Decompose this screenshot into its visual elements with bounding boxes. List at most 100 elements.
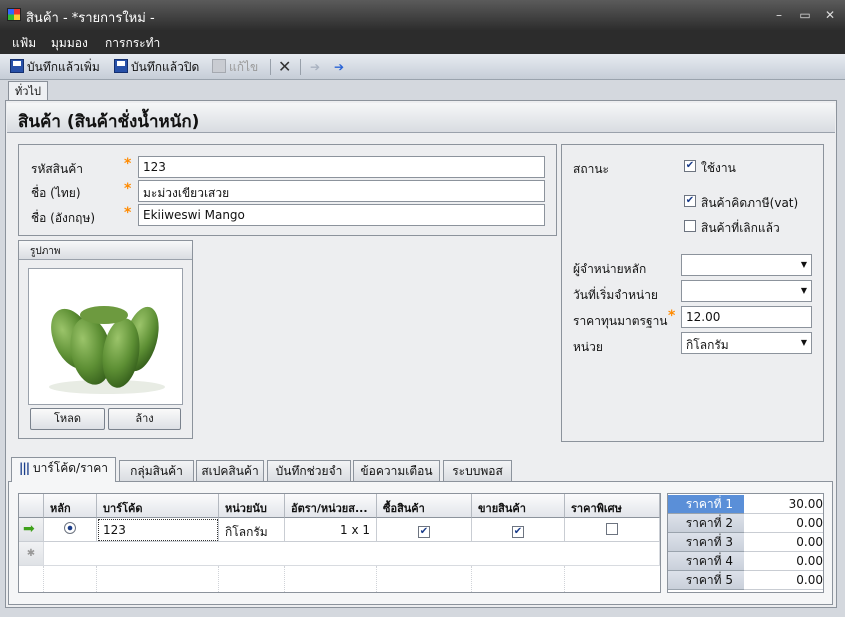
minimize-button[interactable]: – — [770, 7, 788, 23]
required-marker: * — [124, 205, 132, 221]
barcode-grid: หลัก บาร์โค้ด หน่วยนับ อัตรา/หน่วยส... ซ… — [18, 493, 661, 593]
price-value-3[interactable]: 0.00 — [744, 533, 823, 552]
name-en-label: ชื่อ (อังกฤษ) — [31, 211, 96, 225]
name-th-label: ชื่อ (ไทย) — [31, 186, 81, 200]
vat-checkbox[interactable]: ✔ — [684, 195, 696, 207]
barcode-icon: ||| — [18, 461, 30, 475]
window-title: สินค้า - *รายการใหม่ - — [26, 11, 155, 26]
new-row[interactable] — [44, 542, 660, 566]
name-th-input[interactable]: มะม่วงเขียวเสวย — [138, 180, 545, 202]
tab-general[interactable]: ทั่วไป — [8, 81, 48, 101]
empty-area — [285, 566, 377, 592]
tab-barcode-price[interactable]: ||| บาร์โค้ด/ราคา — [11, 457, 116, 482]
menu-bar: แฟ้ม มุมมอง การกระทำ — [0, 30, 845, 54]
price-grid: ราคาที่ 1 30.00 ราคาที่ 2 0.00 ราคาที่ 3… — [667, 493, 824, 593]
supplier-label: ผู้จำหน่ายหลัก — [573, 262, 647, 276]
start-date-label: วันที่เริ่มจำหน่าย — [573, 288, 658, 302]
special-checkbox[interactable] — [606, 523, 618, 535]
price-label-5: ราคาที่ 5 — [668, 571, 744, 590]
table-row-buy-cell[interactable]: ✔ — [377, 518, 472, 542]
toolbar-separator — [270, 59, 271, 75]
price-label-3: ราคาที่ 3 — [668, 533, 744, 552]
image-panel-title: รูปภาพ — [30, 246, 61, 257]
table-row-rate-cell[interactable]: 1 x 1 — [285, 518, 377, 542]
tab-product-spec[interactable]: สเปคสินค้า — [196, 460, 264, 481]
new-row-marker: ✱ — [19, 542, 44, 566]
empty-area — [44, 566, 97, 592]
supplier-select[interactable]: ▼ — [681, 254, 812, 276]
active-label: ใช้งาน — [701, 161, 736, 175]
page-header: สินค้า (สินค้าชั่งน้ำหนัก) — [7, 103, 835, 133]
app-icon — [7, 8, 21, 21]
delete-icon[interactable]: ✕ — [278, 58, 291, 76]
empty-area — [97, 566, 219, 592]
unit-select[interactable]: กิโลกรัม ▼ — [681, 332, 812, 354]
load-image-button[interactable]: โหลด — [30, 408, 105, 430]
price-label-4: ราคาที่ 4 — [668, 552, 744, 571]
tab-pos[interactable]: ระบบพอส — [443, 460, 512, 481]
empty-area — [472, 566, 565, 592]
col-sell[interactable]: ขายสินค้า — [472, 494, 565, 518]
tab-memo[interactable]: บันทึกช่วยจำ — [267, 460, 351, 481]
required-marker: * — [124, 156, 132, 172]
menu-actions[interactable]: การกระทำ — [105, 34, 160, 53]
discontinued-label: สินค้าที่เลิกแล้ว — [701, 221, 780, 235]
toolbar: บันทึกแล้วเพิ่ม บันทึกแล้วปิด แก้ไข ✕ ➔ … — [0, 54, 845, 80]
code-input[interactable]: 123 — [138, 156, 545, 178]
save-and-new-button[interactable]: บันทึกแล้วเพิ่ม — [10, 58, 100, 76]
discontinued-checkbox[interactable] — [684, 220, 696, 232]
title-bar: สินค้า - *รายการใหม่ - – ▭ ✕ — [0, 0, 845, 30]
chevron-down-icon: ▼ — [800, 260, 807, 269]
table-row-barcode-cell[interactable]: 123 — [97, 518, 219, 542]
chevron-down-icon: ▼ — [800, 286, 807, 295]
menu-file[interactable]: แฟ้ม — [12, 34, 36, 53]
col-buy[interactable]: ซื้อสินค้า — [377, 494, 472, 518]
buy-checkbox[interactable]: ✔ — [418, 526, 430, 538]
maximize-button[interactable]: ▭ — [796, 7, 814, 23]
save-icon — [10, 59, 24, 73]
required-marker: * — [668, 308, 676, 324]
tab-product-group[interactable]: กลุ่มสินค้า — [119, 460, 194, 481]
empty-area — [377, 566, 472, 592]
col-special[interactable]: ราคาพิเศษ — [565, 494, 660, 518]
code-label: รหัสสินค้า — [31, 162, 83, 176]
page-title: สินค้า (สินค้าชั่งน้ำหนัก) — [18, 112, 200, 132]
active-checkbox[interactable]: ✔ — [684, 160, 696, 172]
previous-record-icon[interactable]: ➔ — [310, 58, 320, 76]
price-value-5[interactable]: 0.00 — [744, 571, 823, 590]
unit-label: หน่วย — [573, 340, 603, 354]
std-cost-input[interactable]: 12.00 — [681, 306, 812, 328]
undo-button[interactable]: แก้ไข — [212, 58, 258, 76]
row-header-corner — [19, 494, 44, 518]
price-value-2[interactable]: 0.00 — [744, 514, 823, 533]
save-and-close-button[interactable]: บันทึกแล้วปิด — [114, 58, 199, 76]
price-value-1[interactable]: 30.00 — [744, 495, 823, 514]
edit-icon — [212, 59, 226, 73]
start-date-select[interactable]: ▼ — [681, 280, 812, 302]
mango-image — [49, 306, 165, 394]
sell-checkbox[interactable]: ✔ — [512, 526, 524, 538]
table-row-primary-cell[interactable] — [44, 518, 97, 542]
col-primary[interactable]: หลัก — [44, 494, 97, 518]
table-row-unit-cell[interactable]: กิโลกรัม — [219, 518, 285, 542]
col-unit[interactable]: หน่วยนับ — [219, 494, 285, 518]
col-barcode[interactable]: บาร์โค้ด — [97, 494, 219, 518]
name-en-input[interactable]: Ekiiweswi Mango — [138, 204, 545, 226]
col-rate[interactable]: อัตรา/หน่วยส... — [285, 494, 377, 518]
table-row-special-cell[interactable] — [565, 518, 660, 542]
std-cost-label: ราคาทุนมาตรฐาน — [573, 314, 668, 328]
tab-warning[interactable]: ข้อความเตือน — [353, 460, 440, 481]
status-label: สถานะ — [573, 162, 609, 176]
next-record-icon[interactable]: ➔ — [334, 58, 344, 76]
save-icon — [114, 59, 128, 73]
toolbar-separator — [300, 59, 301, 75]
primary-radio[interactable] — [64, 522, 76, 534]
close-button[interactable]: ✕ — [821, 7, 839, 23]
chevron-down-icon: ▼ — [800, 338, 807, 347]
price-value-4[interactable]: 0.00 — [744, 552, 823, 571]
menu-view[interactable]: มุมมอง — [51, 34, 88, 53]
clear-image-button[interactable]: ล้าง — [108, 408, 181, 430]
current-row-arrow-icon: ➡ — [19, 518, 44, 542]
required-marker: * — [124, 181, 132, 197]
table-row-sell-cell[interactable]: ✔ — [472, 518, 565, 542]
